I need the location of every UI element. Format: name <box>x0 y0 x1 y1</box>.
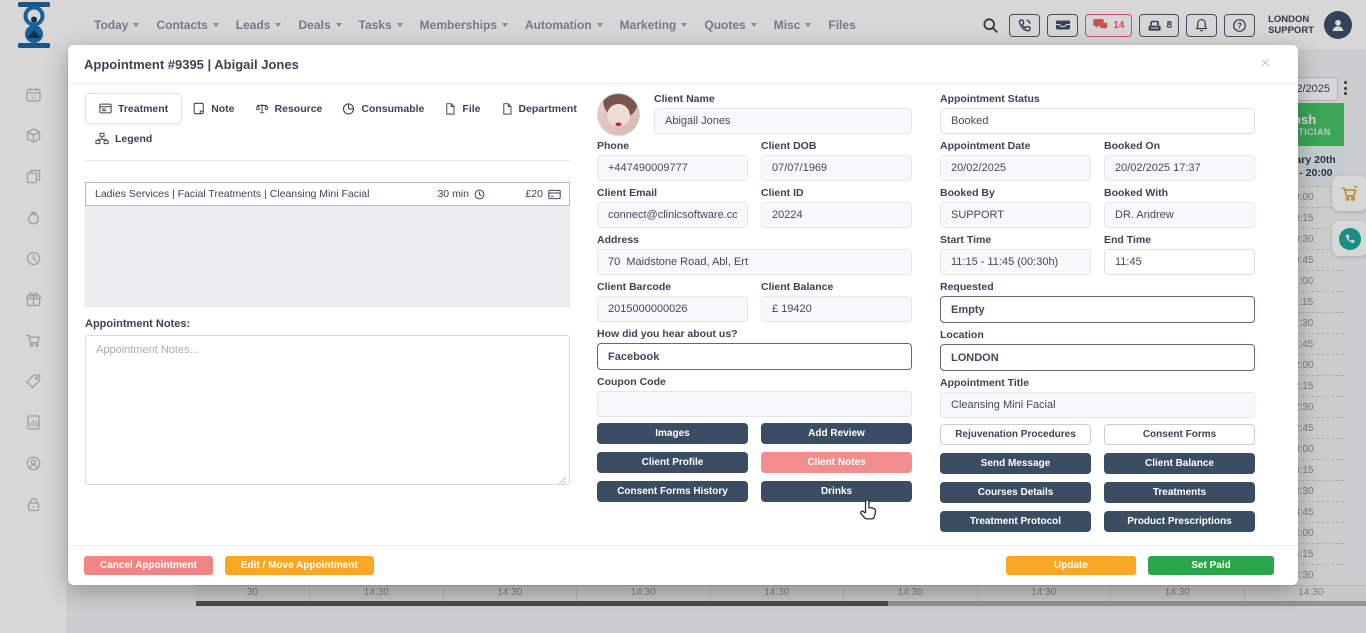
edit-move-appointment-button[interactable]: Edit / Move Appointment <box>225 556 374 575</box>
client-id-label: Client ID <box>761 187 912 199</box>
file-icon <box>501 102 513 115</box>
client-barcode-label: Client Barcode <box>597 281 748 293</box>
tab-file[interactable]: File <box>434 94 490 123</box>
modal-header: Appointment #9395 | Abigail Jones × <box>68 45 1298 84</box>
client-id-field <box>761 202 912 228</box>
location-select[interactable] <box>940 344 1255 371</box>
clock-icon <box>474 189 485 200</box>
modal-tabs: Treatment Note Resource Consumable File … <box>85 93 570 124</box>
appointment-notes-input[interactable] <box>85 335 570 485</box>
card-icon <box>99 102 112 115</box>
client-pane: Client Name Phone Client DOB Client Emai… <box>597 93 912 502</box>
tabs-divider <box>85 160 570 161</box>
add-review-button[interactable]: Add Review <box>761 423 912 444</box>
phone-field <box>597 155 748 181</box>
hear-about-label: How did you hear about us? <box>597 328 912 340</box>
hear-about-select[interactable] <box>597 343 912 370</box>
modal-title: Appointment #9395 | Abigail Jones <box>84 57 299 72</box>
treatment-name: Ladies Services | Facial Treatments | Cl… <box>86 188 437 200</box>
booked-with-label: Booked With <box>1104 187 1255 199</box>
treatment-protocol-button[interactable]: Treatment Protocol <box>940 511 1091 532</box>
cancel-appointment-button[interactable]: Cancel Appointment <box>84 556 213 575</box>
send-message-button[interactable]: Send Message <box>940 453 1091 474</box>
phone-label: Phone <box>597 140 748 152</box>
treatment-pane: Treatment Note Resource Consumable File … <box>85 93 570 490</box>
client-dob-field <box>761 155 912 181</box>
booked-with-field <box>1104 202 1255 228</box>
appointment-title-label: Appointment Title <box>940 377 1255 389</box>
client-barcode-field <box>597 296 748 322</box>
scale-icon <box>255 102 269 115</box>
tab-legend[interactable]: Legend <box>85 124 162 153</box>
start-time-label: Start Time <box>940 234 1091 246</box>
appointment-modal: Appointment #9395 | Abigail Jones × Trea… <box>68 45 1298 585</box>
consent-forms-button[interactable]: Consent Forms <box>1104 424 1255 445</box>
appointment-date-label: Appointment Date <box>940 140 1091 152</box>
pie-icon <box>342 102 355 115</box>
treatment-list-item[interactable]: Ladies Services | Facial Treatments | Cl… <box>85 182 570 206</box>
treatment-list-empty-area <box>85 206 570 307</box>
tab-department[interactable]: Department <box>491 94 587 123</box>
appointment-status-label: Appointment Status <box>940 93 1255 105</box>
client-photo[interactable] <box>597 93 640 136</box>
coupon-code-label: Coupon Code <box>597 376 912 388</box>
modal-tabs-row2: Legend <box>85 124 570 153</box>
client-email-label: Client Email <box>597 187 748 199</box>
requested-label: Requested <box>940 281 1255 293</box>
sitemap-icon <box>95 132 109 145</box>
client-balance-label: Client Balance <box>761 281 912 293</box>
tab-consumable[interactable]: Consumable <box>332 94 434 123</box>
client-actions: Images Add Review Client Profile Client … <box>597 423 912 502</box>
end-time-input[interactable] <box>1104 249 1255 275</box>
appointment-date-field <box>940 155 1091 181</box>
appointment-status-select[interactable] <box>940 108 1255 134</box>
tab-note[interactable]: Note <box>182 94 244 123</box>
tab-treatment[interactable]: Treatment <box>85 93 182 124</box>
coupon-code-input[interactable] <box>597 391 912 417</box>
resize-handle[interactable] <box>558 476 567 485</box>
client-profile-button[interactable]: Client Profile <box>597 452 748 473</box>
consent-forms-history-button[interactable]: Consent Forms History <box>597 481 748 502</box>
start-time-field <box>940 249 1091 275</box>
appointment-title-field <box>940 392 1255 418</box>
payment-card-icon <box>548 189 561 200</box>
note-icon <box>192 102 205 115</box>
booked-by-label: Booked By <box>940 187 1091 199</box>
tab-resource[interactable]: Resource <box>245 94 333 123</box>
appointment-pane: Appointment Status Appointment Date Book… <box>940 93 1255 532</box>
client-name-field <box>654 108 912 134</box>
product-prescriptions-button[interactable]: Product Prescriptions <box>1104 511 1255 532</box>
booked-on-field <box>1104 155 1255 181</box>
client-dob-label: Client DOB <box>761 140 912 152</box>
client-balance-field <box>761 296 912 322</box>
treatments-button[interactable]: Treatments <box>1104 482 1255 503</box>
address-field <box>597 249 912 275</box>
courses-details-button[interactable]: Courses Details <box>940 482 1091 503</box>
treatment-duration: 30 min <box>437 188 525 200</box>
client-balance-button[interactable]: Client Balance <box>1104 453 1255 474</box>
appointment-actions: Rejuvenation Procedures Consent Forms Se… <box>940 424 1255 532</box>
booked-by-field <box>940 202 1091 228</box>
appointment-notes-label: Appointment Notes: <box>85 318 570 330</box>
location-label: Location <box>940 329 1255 341</box>
client-email-field <box>597 202 748 228</box>
address-label: Address <box>597 234 912 246</box>
booked-on-label: Booked On <box>1104 140 1255 152</box>
modal-footer: Cancel Appointment Edit / Move Appointme… <box>68 545 1298 585</box>
file-icon <box>444 102 456 115</box>
drinks-button[interactable]: Drinks <box>761 481 912 502</box>
client-notes-button[interactable]: Client Notes <box>761 452 912 473</box>
update-button[interactable]: Update <box>1006 556 1136 575</box>
requested-select[interactable] <box>940 296 1255 323</box>
close-icon[interactable]: × <box>1261 56 1270 72</box>
client-name-label: Client Name <box>654 93 912 105</box>
rejuvenation-procedures-button[interactable]: Rejuvenation Procedures <box>940 424 1091 445</box>
treatment-price: £20 <box>525 188 569 200</box>
end-time-label: End Time <box>1104 234 1255 246</box>
set-paid-button[interactable]: Set Paid <box>1148 556 1274 575</box>
images-button[interactable]: Images <box>597 423 748 444</box>
